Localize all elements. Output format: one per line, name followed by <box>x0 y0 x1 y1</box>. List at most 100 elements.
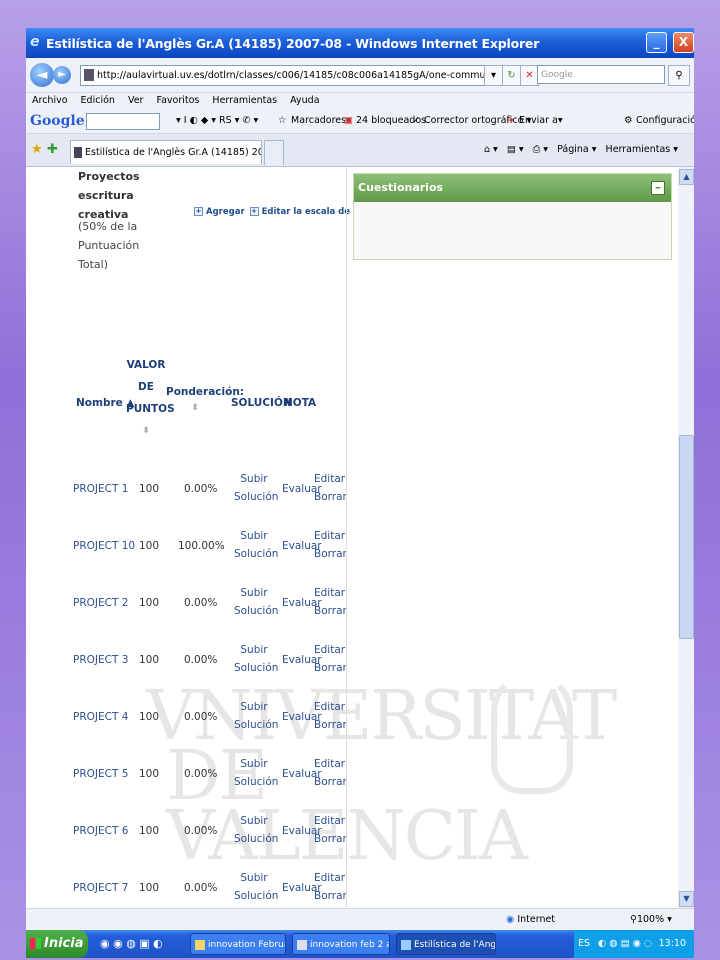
home-icon[interactable]: ⌂ ▾ <box>484 144 498 155</box>
header-value[interactable]: VALOR DE PUNTOS ⬍ <box>126 354 175 442</box>
bookmarks-button[interactable]: Marcadores▾ <box>291 109 351 133</box>
settings-button[interactable]: Configuración▾ <box>636 109 694 133</box>
address-dropdown-button[interactable]: ▾ <box>484 65 503 86</box>
project-link[interactable]: PROJECT 6 <box>73 825 128 837</box>
refresh-icon[interactable]: ↻ <box>502 65 521 86</box>
print-icon[interactable]: ⎙ ▾ <box>533 144 548 155</box>
taskbar-item[interactable]: innovation February 2 <box>190 933 286 955</box>
upload-link[interactable]: Subir <box>234 524 274 548</box>
feeds-icon[interactable]: ▤ ▾ <box>507 144 524 155</box>
favorites-star-icon[interactable]: ★ <box>31 142 43 158</box>
google-toolbar: Google ▾ I ◐ ◆ ▾ RS ▾ ✆ ▾ ☆ Marcadores▾ … <box>26 109 694 134</box>
new-tab-button[interactable] <box>264 140 284 165</box>
project-link[interactable]: PROJECT 10 <box>73 540 135 552</box>
zoom-icon: ⚲ <box>630 914 637 925</box>
close-button[interactable]: X <box>673 32 694 53</box>
scrollbar-thumb[interactable] <box>679 435 694 639</box>
project-link[interactable]: PROJECT 3 <box>73 654 128 666</box>
taskbar-item[interactable]: innovation feb 2 abst... <box>292 933 390 955</box>
solution-link[interactable]: Solución <box>234 718 278 732</box>
delete-link[interactable]: Borrar <box>314 604 347 618</box>
edit-link[interactable]: Editar <box>314 809 345 833</box>
menu-favoritos[interactable]: Favoritos <box>157 95 200 106</box>
upload-link[interactable]: Subir <box>234 809 274 833</box>
scroll-up-icon[interactable]: ▲ <box>679 169 694 185</box>
edit-link[interactable]: Editar <box>314 638 345 662</box>
back-button[interactable]: ◄ <box>30 63 54 87</box>
edit-link[interactable]: Editar <box>314 524 345 548</box>
delete-link[interactable]: Borrar <box>314 547 347 561</box>
solution-link[interactable]: Solución <box>234 832 278 846</box>
tools-menu[interactable]: Herramientas ▾ <box>606 144 679 155</box>
address-input[interactable]: http://aulavirtual.uv.es/dotlrn/classes/… <box>80 65 526 86</box>
upload-link[interactable]: Subir <box>234 866 274 890</box>
project-link[interactable]: PROJECT 7 <box>73 882 128 894</box>
weight-value: 100.00% <box>178 540 225 552</box>
solution-link[interactable]: Solución <box>234 661 278 675</box>
menu-herramientas[interactable]: Herramientas <box>212 95 277 106</box>
taskbar-item-label: innovation feb 2 abst... <box>310 940 389 950</box>
delete-link[interactable]: Borrar <box>314 889 347 903</box>
add-favorites-icon[interactable]: ✚ <box>47 142 58 158</box>
page-menu[interactable]: Página ▾ <box>557 144 596 155</box>
solution-link[interactable]: Solución <box>234 889 278 903</box>
language-indicator[interactable]: ES <box>578 930 590 958</box>
upload-link[interactable]: Subir <box>234 467 274 491</box>
forward-button[interactable]: ► <box>53 66 71 84</box>
edit-link[interactable]: Editar <box>314 695 345 719</box>
taskbar-item-active[interactable]: Estilística de l'Anglès ... <box>396 933 496 955</box>
solution-link[interactable]: Solución <box>234 547 278 561</box>
start-button[interactable]: Inicia <box>26 930 88 958</box>
project-link[interactable]: PROJECT 2 <box>73 597 128 609</box>
project-link[interactable]: PROJECT 5 <box>73 768 128 780</box>
minimize-portlet-button[interactable]: – <box>651 181 665 195</box>
header-grade: NOTA <box>284 397 317 409</box>
delete-link[interactable]: Borrar <box>314 775 347 789</box>
search-input[interactable]: Google <box>537 65 665 84</box>
tab-estilistica[interactable]: Estilística de l'Anglès Gr.A (14185) 200… <box>70 140 262 164</box>
zoom-level[interactable]: ⚲100% ▾ <box>630 909 672 931</box>
toolbar-icons[interactable]: ▾ I ◐ ◆ ▾ RS ▾ ✆ ▾ <box>176 109 258 133</box>
edit-link[interactable]: Editar <box>314 752 345 776</box>
send-icon: ➜ <box>506 115 514 126</box>
edit-link[interactable]: Editar <box>314 581 345 605</box>
menu-edicion[interactable]: Edición <box>81 95 115 106</box>
send-button[interactable]: Enviar a▾ <box>519 109 563 133</box>
project-link[interactable]: PROJECT 4 <box>73 711 128 723</box>
solution-link[interactable]: Solución <box>234 604 278 618</box>
minimize-button[interactable]: _ <box>646 32 667 53</box>
project-link[interactable]: PROJECT 1 <box>73 483 128 495</box>
vertical-scrollbar[interactable]: ▲ ▼ <box>678 167 694 908</box>
header-weight[interactable]: Ponderación: ⬍ <box>166 381 244 413</box>
tray-icons[interactable]: ◐ ◍ ▤ ◉ ◌ <box>598 930 652 958</box>
upload-link[interactable]: Subir <box>234 695 274 719</box>
solution-link[interactable]: Solución <box>234 775 278 789</box>
status-bar: ◉ Internet ⚲100% ▾ <box>26 908 694 931</box>
header-solution: SOLUCIÓN <box>231 397 292 409</box>
menu-ver[interactable]: Ver <box>128 95 144 106</box>
internet-zone: ◉ Internet <box>506 909 555 931</box>
edit-link[interactable]: Editar <box>314 467 345 491</box>
scroll-down-icon[interactable]: ▼ <box>679 891 694 907</box>
delete-link[interactable]: Borrar <box>314 661 347 675</box>
command-bar: ⌂ ▾ ▤ ▾ ⎙ ▾ Página ▾ Herramientas ▾ <box>484 134 678 166</box>
zone-label: Internet <box>517 914 556 925</box>
solution-link[interactable]: Solución <box>234 490 278 504</box>
delete-link[interactable]: Borrar <box>314 490 347 504</box>
edit-link[interactable]: Editar <box>314 866 345 890</box>
delete-link[interactable]: Borrar <box>314 832 347 846</box>
upload-link[interactable]: Subir <box>234 581 274 605</box>
add-link[interactable]: Agregar <box>206 207 245 217</box>
menu-archivo[interactable]: Archivo <box>32 95 68 106</box>
quick-launch-icons[interactable]: ◉ ◉ ◍ ▣ ◐ <box>100 937 163 950</box>
upload-link[interactable]: Subir <box>234 752 274 776</box>
google-search-input[interactable] <box>86 113 160 130</box>
search-icon[interactable]: ⚲ <box>668 65 690 86</box>
delete-link[interactable]: Borrar <box>314 718 347 732</box>
menu-ayuda[interactable]: Ayuda <box>290 95 319 106</box>
upload-link[interactable]: Subir <box>234 638 274 662</box>
points-value: 100 <box>139 825 160 837</box>
spellcheck-button[interactable]: Corrector ortográfico ▾ <box>424 109 531 133</box>
globe-icon: ◉ <box>506 914 518 925</box>
bookmarks-star-icon[interactable]: ☆ <box>278 109 287 133</box>
